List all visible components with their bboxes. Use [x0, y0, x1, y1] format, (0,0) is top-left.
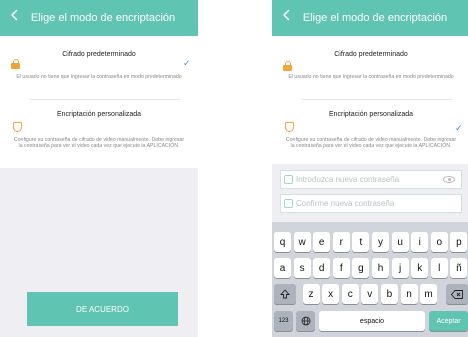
new-password-input[interactable] [296, 175, 446, 184]
key-n[interactable]: n [400, 284, 418, 304]
shift-icon [280, 289, 290, 299]
confirm-password-field[interactable] [280, 194, 462, 213]
key-x[interactable]: x [322, 284, 340, 304]
globe-icon [301, 316, 310, 326]
key-q[interactable]: q [274, 232, 291, 252]
lock-icon [11, 59, 20, 69]
key-p[interactable]: p [450, 232, 468, 252]
back-button[interactable] [10, 8, 24, 26]
key-w[interactable]: w [293, 232, 311, 252]
option-label: Encriptación personalizada [328, 111, 414, 118]
numbers-key[interactable]: 123 [274, 311, 293, 331]
option-label: Cifrado predeterminado [334, 51, 408, 58]
onscreen-keyboard: q w e r t y u i o p a s d f g h j k l ñ … [272, 222, 468, 337]
chevron-left-icon [282, 9, 290, 21]
key-z[interactable]: z [302, 284, 320, 304]
globe-key[interactable] [296, 311, 315, 331]
lock-icon [283, 61, 292, 71]
header-bar: Elige el modo de encriptación [0, 0, 198, 36]
divider [30, 99, 180, 100]
key-a[interactable]: a [274, 258, 291, 278]
key-t[interactable]: t [352, 232, 370, 252]
space-key[interactable]: espacio [319, 311, 425, 331]
lock-icon [284, 175, 293, 184]
option-label: Encriptación personalizada [56, 111, 142, 118]
backspace-icon [451, 289, 463, 299]
screen-custom-selected: Elige el modo de encriptación Cifrado pr… [272, 0, 468, 337]
key-s[interactable]: s [293, 258, 311, 278]
eye-icon[interactable] [443, 176, 455, 183]
confirm-password-input[interactable] [296, 199, 446, 208]
shield-icon [285, 122, 294, 132]
key-enye[interactable]: ñ [450, 258, 468, 278]
key-e[interactable]: e [313, 232, 331, 252]
option-description: El usuario no tiene que ingresar la cont… [16, 74, 182, 80]
key-g[interactable]: g [352, 258, 370, 278]
key-m[interactable]: m [420, 284, 438, 304]
key-u[interactable]: u [391, 232, 409, 252]
key-b[interactable]: b [380, 284, 398, 304]
option-custom-encryption[interactable]: Encriptación personalizada ✓ Configure s… [272, 106, 468, 164]
option-label: Cifrado predeterminado [62, 51, 136, 58]
key-d[interactable]: d [313, 258, 331, 278]
option-description: Configure su contraseña de cifrado de vi… [285, 137, 457, 149]
checkmark-icon: ✓ [455, 123, 463, 133]
option-default-encryption[interactable]: Cifrado predeterminado ✓ El usuario no t… [0, 44, 198, 99]
header-bar: Elige el modo de encriptación [272, 0, 468, 36]
key-r[interactable]: r [332, 232, 350, 252]
chevron-left-icon [10, 9, 18, 21]
screen-default-selected: Elige el modo de encriptación Cifrado pr… [0, 0, 198, 337]
option-description: El usuario no tiene que ingresar la cont… [288, 74, 454, 80]
key-h[interactable]: h [372, 258, 389, 278]
shift-key[interactable] [274, 284, 296, 304]
page-title: Elige el modo de encriptación [302, 12, 448, 24]
key-l[interactable]: l [430, 258, 448, 278]
option-default-encryption[interactable]: Cifrado predeterminado El usuario no tie… [272, 44, 468, 99]
new-password-field[interactable] [280, 170, 462, 189]
back-button[interactable] [282, 8, 296, 26]
key-o[interactable]: o [430, 232, 448, 252]
agree-button[interactable]: DE ACUERDO [27, 292, 178, 326]
shield-icon [13, 122, 22, 132]
option-custom-encryption[interactable]: Encriptación personalizada Configure su … [0, 106, 198, 164]
key-y[interactable]: y [372, 232, 389, 252]
page-title: Elige el modo de encriptación [30, 12, 176, 24]
key-c[interactable]: c [341, 284, 359, 304]
backspace-key[interactable] [446, 284, 468, 304]
key-k[interactable]: k [411, 258, 429, 278]
checkmark-icon: ✓ [183, 58, 191, 68]
divider [302, 99, 452, 100]
key-j[interactable]: j [391, 258, 409, 278]
option-description: Configure su contraseña de cifrado de vi… [13, 137, 185, 149]
key-i[interactable]: i [411, 232, 429, 252]
key-f[interactable]: f [332, 258, 350, 278]
accept-key[interactable]: Aceptar [429, 311, 468, 331]
key-v[interactable]: v [361, 284, 379, 304]
lock-icon [284, 199, 293, 208]
